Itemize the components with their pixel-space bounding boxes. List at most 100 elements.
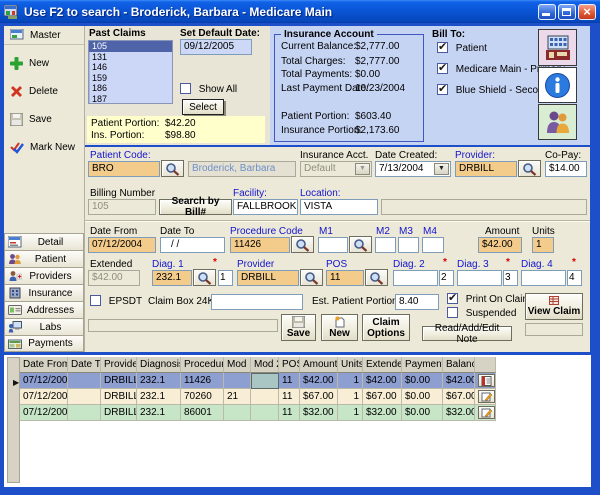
office-billing-button[interactable]	[538, 29, 577, 66]
close-button[interactable]: ×	[578, 4, 596, 20]
diag4-pointer-field[interactable]: 4	[567, 270, 582, 286]
m1-field[interactable]	[318, 237, 348, 253]
past-claim-item[interactable]: 146	[89, 62, 172, 73]
grid-cell[interactable]: 21	[224, 389, 251, 405]
m3-field[interactable]	[398, 237, 419, 253]
select-button[interactable]: Select	[182, 99, 224, 115]
diag1-search-button[interactable]	[193, 269, 216, 286]
grid-cell[interactable]	[224, 405, 251, 421]
grid-cell[interactable]: DRBILL	[101, 373, 137, 389]
grid-col-header[interactable]: Payments	[402, 357, 443, 373]
patient-search-button[interactable]	[161, 160, 184, 177]
procedure-search-button[interactable]	[291, 236, 314, 253]
sidebar-item-patient[interactable]: Patient	[4, 250, 84, 267]
grid-cell[interactable]: 1	[338, 405, 363, 421]
grid-cell[interactable]: $32.00	[443, 405, 475, 421]
m4-field[interactable]	[422, 237, 444, 253]
new-claim-button[interactable]: New	[321, 314, 358, 341]
past-claim-item[interactable]: 186	[89, 83, 172, 94]
date-to-field[interactable]: / /	[160, 237, 225, 253]
claim-box-24k-field[interactable]	[211, 294, 303, 310]
sidebar-action-delete[interactable]: Delete	[4, 82, 84, 101]
grid-cell[interactable]: $42.00	[300, 373, 338, 389]
procedure-code-field[interactable]: 11426	[230, 237, 290, 253]
grid-cell[interactable]: 11	[279, 405, 300, 421]
grid-col-header[interactable]: Extended	[363, 357, 402, 373]
bill-to-medicare-checkbox[interactable]	[437, 63, 448, 74]
grid-cell[interactable]: 07/12/2004	[20, 405, 68, 421]
grid-cell[interactable]: $67.00	[363, 389, 402, 405]
pos-field[interactable]: 11	[326, 270, 364, 286]
sidebar-action-save[interactable]: Save	[4, 110, 84, 129]
grid-cell[interactable]: $42.00	[363, 373, 402, 389]
location-field[interactable]: VISTA	[300, 199, 378, 215]
grid-cell[interactable]	[251, 405, 279, 421]
grid-cell[interactable]: $0.00	[402, 389, 443, 405]
insurance-acct-dropdown[interactable]: Default▼	[300, 161, 372, 177]
sidebar-master-tab[interactable]: Master	[4, 26, 84, 45]
grid-cell[interactable]: 07/12/2004	[20, 373, 68, 389]
units-field[interactable]: 1	[532, 237, 554, 253]
grid-col-header[interactable]: Mod 2	[251, 357, 279, 373]
grid-cell[interactable]: 70260	[181, 389, 224, 405]
sidebar-item-labs[interactable]: Labs	[4, 318, 84, 335]
provider2-field[interactable]: DRBILL	[237, 270, 299, 286]
past-claim-item[interactable]: 187	[89, 94, 172, 105]
grid-col-header[interactable]: Balance	[443, 357, 475, 373]
sidebar-action-new[interactable]: New	[4, 54, 84, 73]
past-claims-list[interactable]: 105 131 146 159 186 187	[88, 40, 173, 104]
diag4-field[interactable]	[521, 270, 566, 286]
diag2-pointer-field[interactable]: 2	[439, 270, 454, 286]
note-icon[interactable]	[478, 374, 495, 387]
sidebar-item-detail[interactable]: Detail	[4, 233, 84, 250]
grid-col-header[interactable]: POS	[279, 357, 300, 373]
past-claim-item[interactable]: 105	[89, 41, 172, 52]
table-row[interactable]: 07/12/2004 DRBILL 232.1 70260 21 11 $67.…	[20, 389, 496, 405]
grid-col-header[interactable]: Date From	[20, 357, 68, 373]
grid-cell[interactable]: 11	[279, 389, 300, 405]
grid-cell[interactable]	[251, 389, 279, 405]
grid-cell[interactable]: 1	[338, 389, 363, 405]
provider-search-button[interactable]	[518, 160, 541, 177]
grid-cell[interactable]: 11	[279, 373, 300, 389]
est-patient-portion-field[interactable]: 8.40	[395, 294, 439, 310]
patient-code-field[interactable]: BRO	[88, 161, 160, 177]
sidebar-item-insurance[interactable]: Insurance	[4, 284, 84, 301]
print-on-claim-checkbox[interactable]	[447, 293, 458, 304]
grid-cell[interactable]	[68, 389, 101, 405]
sidebar-item-payments[interactable]: Payments	[4, 335, 84, 352]
grid-cell[interactable]: $0.00	[402, 405, 443, 421]
provider-field[interactable]: DRBILL	[455, 161, 517, 177]
grid-col-header[interactable]: Provider	[101, 357, 137, 373]
grid-col-header[interactable]: Mod 1	[224, 357, 251, 373]
diag3-field[interactable]	[457, 270, 502, 286]
grid-cell-focused[interactable]	[251, 373, 279, 389]
bill-to-patient-checkbox[interactable]	[437, 42, 448, 53]
past-claim-item[interactable]: 159	[89, 73, 172, 84]
grid-col-header[interactable]: Units	[338, 357, 363, 373]
grid-cell[interactable]: $32.00	[300, 405, 338, 421]
past-claim-item[interactable]: 131	[89, 52, 172, 63]
date-from-field[interactable]: 07/12/2004	[88, 237, 156, 253]
show-all-checkbox[interactable]	[180, 83, 191, 94]
facility-field[interactable]: FALLBROOK	[233, 199, 298, 215]
date-created-dropdown[interactable]: 7/13/2004▼	[375, 161, 451, 177]
grid-cell[interactable]: $32.00	[363, 405, 402, 421]
read-add-edit-note-button[interactable]: Read/Add/Edit Note	[422, 326, 512, 341]
save-claim-button[interactable]: Save	[281, 314, 316, 341]
grid-cell[interactable]	[224, 373, 251, 389]
grid-col-header[interactable]: Amount	[300, 357, 338, 373]
grid-cell[interactable]: DRBILL	[101, 405, 137, 421]
pos-search-button[interactable]	[365, 269, 388, 286]
grid-cell[interactable]: 11426	[181, 373, 224, 389]
m1-search-button[interactable]	[349, 236, 372, 253]
provider2-search-button[interactable]	[300, 269, 323, 286]
grid-cell[interactable]: $67.00	[300, 389, 338, 405]
edit-icon[interactable]	[478, 390, 495, 403]
grid-cell[interactable]: 232.1	[137, 373, 181, 389]
info-button[interactable]	[538, 67, 577, 103]
sidebar-item-providers[interactable]: Providers	[4, 267, 84, 284]
set-default-date-field[interactable]: 09/12/2005	[180, 39, 252, 55]
grid-col-header[interactable]: Procedure	[181, 357, 224, 373]
table-row[interactable]: 07/12/2004 DRBILL 232.1 11426 11 $42.00 …	[20, 373, 496, 389]
